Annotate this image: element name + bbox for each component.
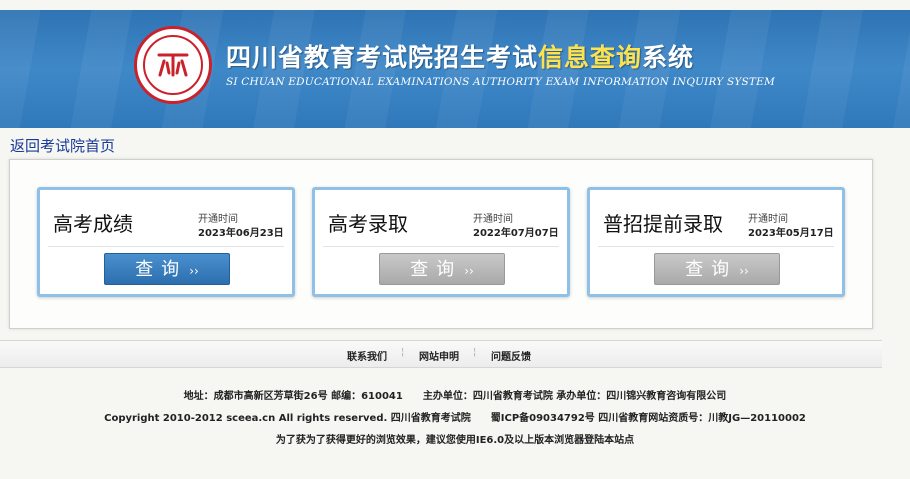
query-button-gaokao-admission[interactable]: 查询 ››: [379, 253, 505, 285]
site-title-main: 四川省教育考试院招生考试: [226, 43, 539, 72]
card-title: 高考录取: [328, 212, 408, 236]
card-early-admission: 普招提前录取 开通时间 2023年05月17日 查询 ››: [587, 187, 845, 297]
sceea-seal-logo: [134, 26, 212, 104]
card-title: 高考成绩: [53, 212, 133, 236]
open-time-label: 开通时间: [473, 214, 513, 225]
query-button-label: 查询: [135, 259, 188, 280]
query-button-gaokao-score[interactable]: 查询 ››: [104, 253, 230, 285]
back-to-home-link[interactable]: 返回考试院首页: [10, 135, 115, 156]
double-chevron-right-icon: ››: [189, 264, 199, 278]
open-time-date: 2022年07月07日: [473, 228, 559, 239]
query-button-label: 查询: [685, 259, 738, 280]
logo-mark-icon: [157, 53, 189, 77]
open-time-date: 2023年05月17日: [748, 228, 834, 239]
query-button-label: 查询: [410, 259, 463, 280]
open-time-label: 开通时间: [748, 214, 788, 225]
footer-browser-tip: 为了获为了获得更好的浏览效果，建议您使用IE6.0及以上版本浏览器登陆本站点: [275, 435, 635, 446]
feedback-link[interactable]: 问题反馈: [491, 348, 531, 363]
footer-address: 地址：成都市高新区芳草街26号 邮编：610041 主办单位：四川省教育考试院 …: [183, 391, 727, 402]
query-button-early-admission[interactable]: 查询 ››: [654, 253, 780, 285]
footer-copyright: Copyright 2010-2012 sceea.cn All rights …: [104, 413, 806, 424]
double-chevron-right-icon: ››: [739, 264, 749, 278]
card-gaokao-admission: 高考录取 开通时间 2022年07月07日 查询 ››: [312, 187, 570, 297]
card-title: 普招提前录取: [603, 212, 723, 236]
site-title: 四川省教育考试院招生考试信息查询系统: [226, 38, 694, 74]
double-chevron-right-icon: ››: [464, 264, 474, 278]
card-divider: [48, 246, 284, 247]
open-time-label: 开通时间: [198, 214, 238, 225]
nav-separator: ¦: [473, 347, 477, 358]
open-time-date: 2023年06月23日: [198, 228, 284, 239]
nav-separator: ¦: [401, 347, 405, 358]
site-title-tail: 系统: [642, 43, 695, 72]
contact-us-link[interactable]: 联系我们: [347, 348, 387, 363]
card-divider: [598, 246, 834, 247]
site-title-highlight: 信息查询: [538, 43, 643, 72]
site-subtitle: SI CHUAN EDUCATIONAL EXAMINATIONS AUTHOR…: [226, 76, 775, 88]
card-gaokao-score: 高考成绩 开通时间 2023年06月23日 查询 ››: [37, 187, 295, 297]
site-header: 四川省教育考试院招生考试信息查询系统 SI CHUAN EDUCATIONAL …: [0, 10, 910, 128]
site-statement-link[interactable]: 网站申明: [419, 348, 459, 363]
footer-nav: 联系我们 ¦ 网站申明 ¦ 问题反馈: [0, 340, 882, 368]
card-divider: [323, 246, 559, 247]
